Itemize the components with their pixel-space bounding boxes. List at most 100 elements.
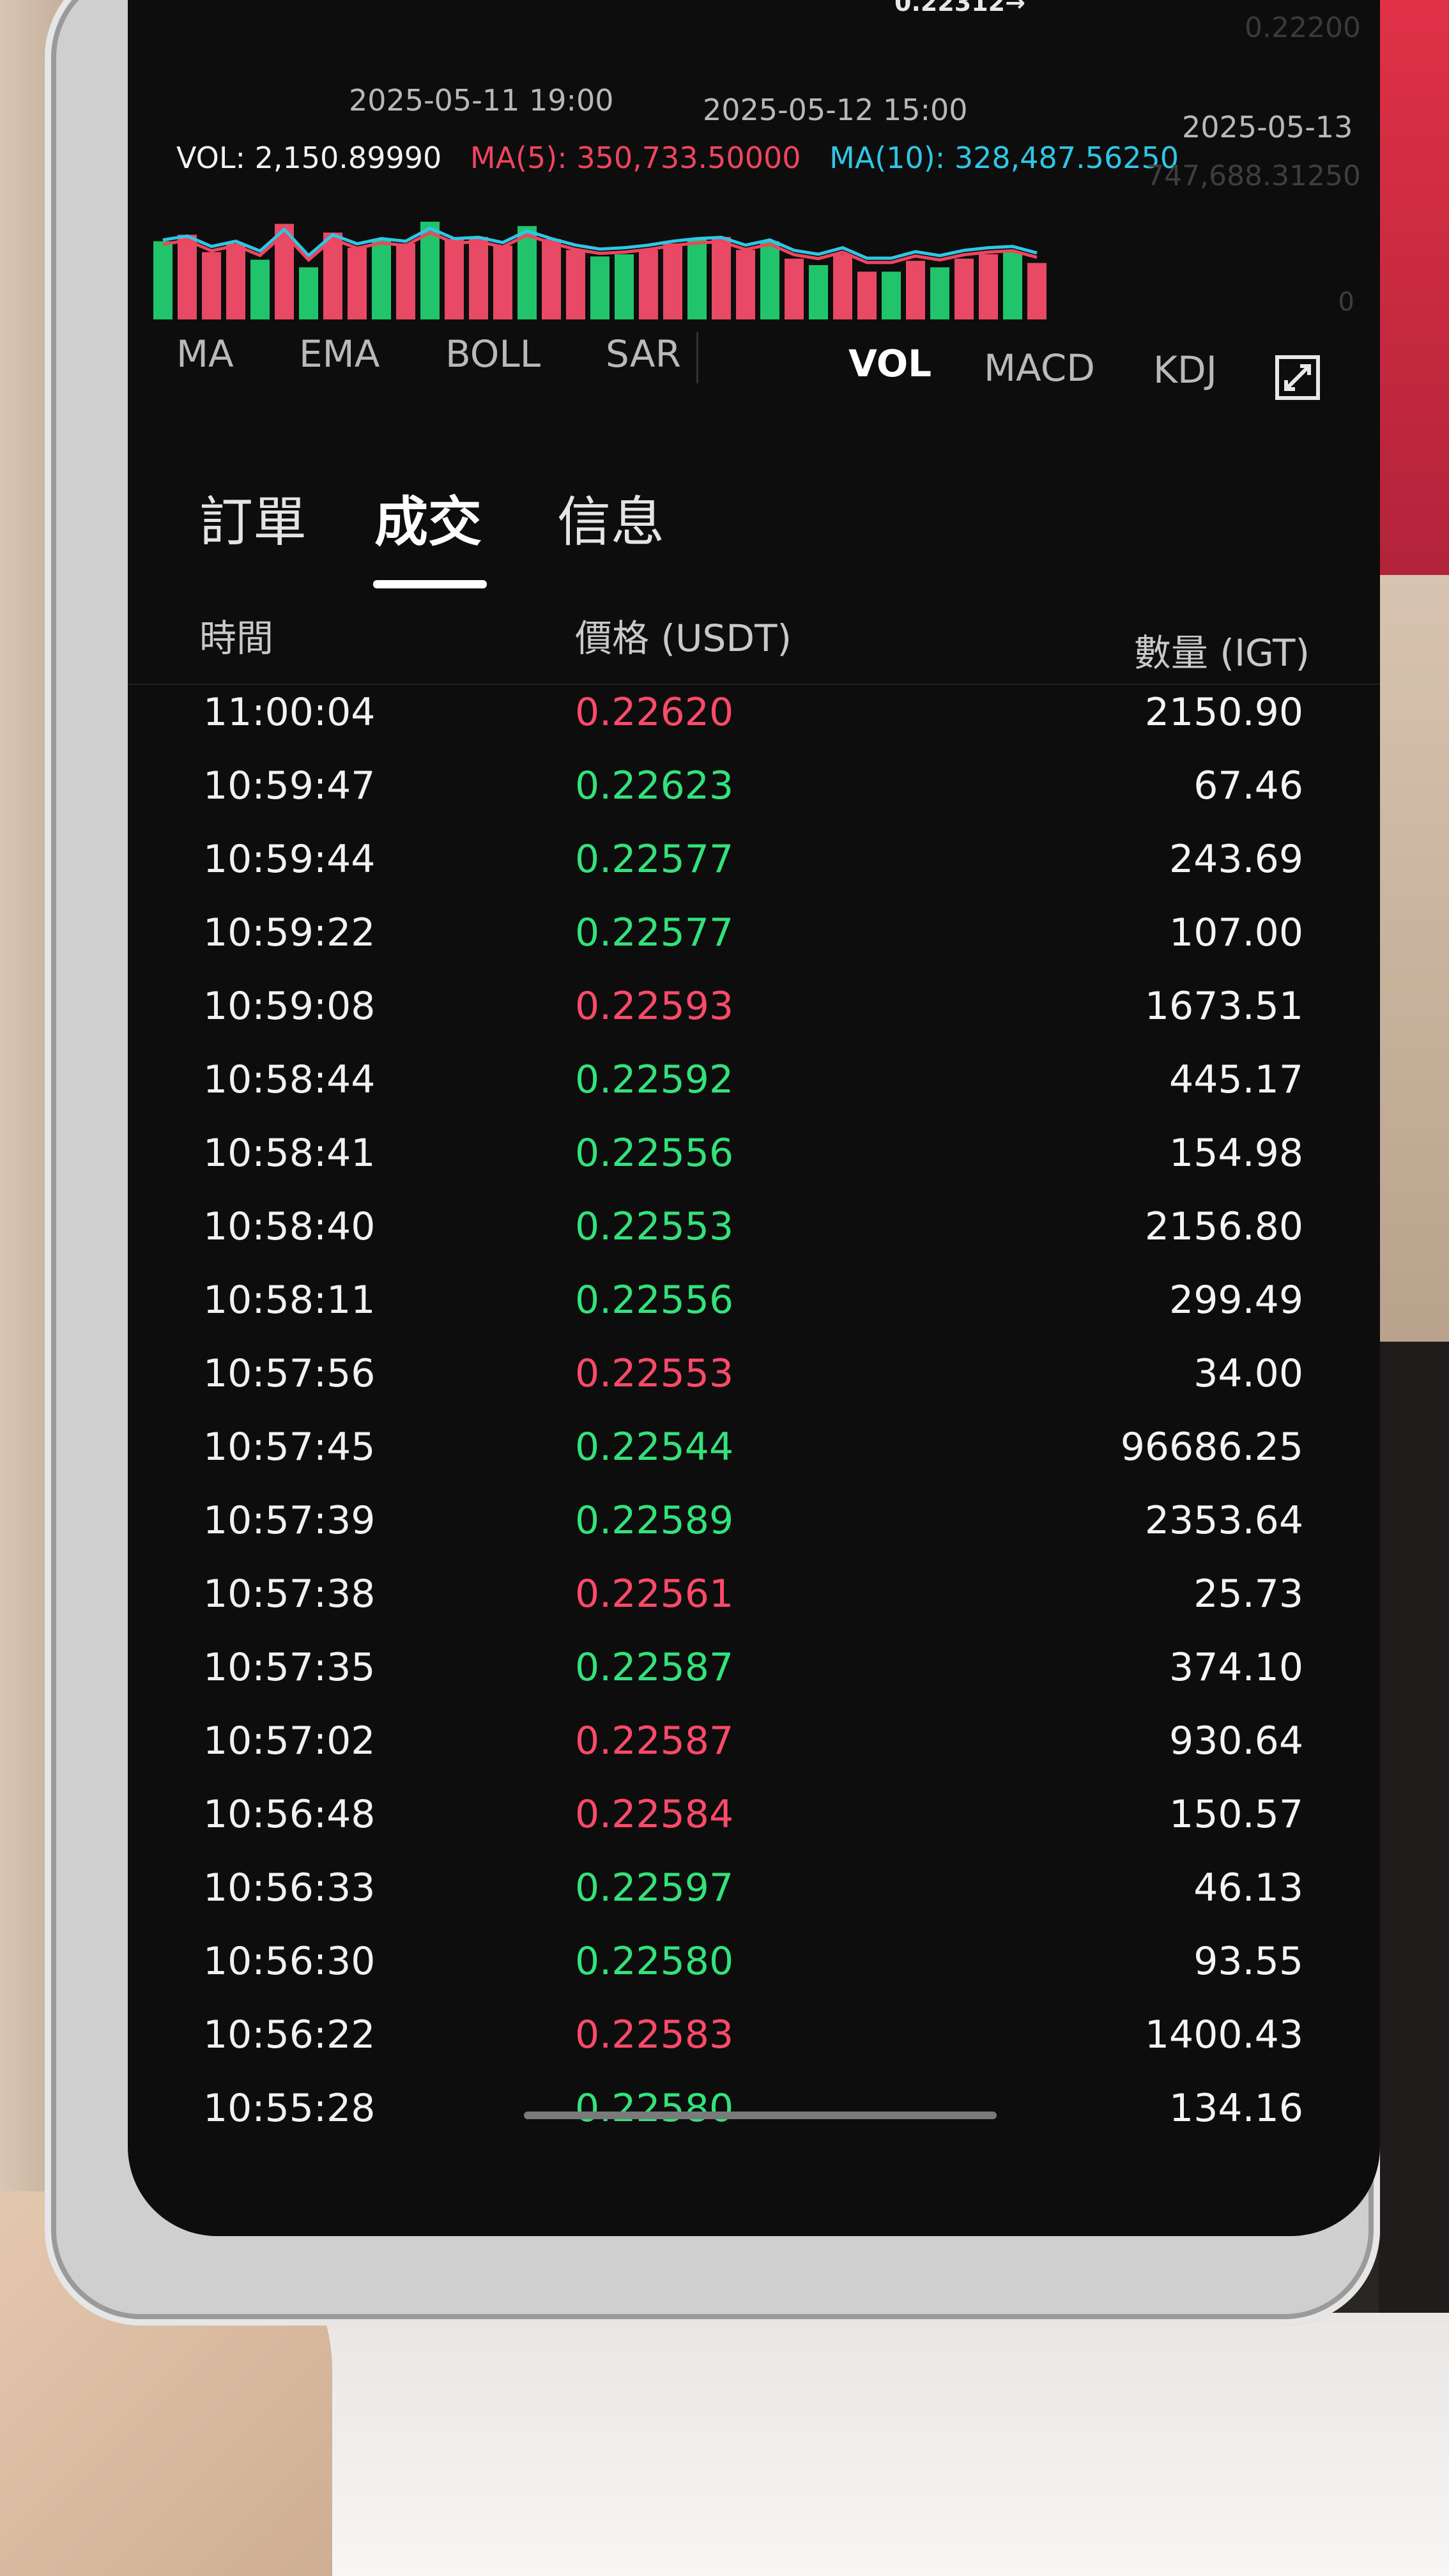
trade-time: 10:59:44 [203,837,376,882]
tab-orders[interactable]: 訂單 [199,479,307,556]
trade-price: 0.22553 [575,1204,734,1249]
tab-trades[interactable]: 成交 [374,479,482,556]
trade-time: 10:57:38 [203,1572,376,1616]
trades-list: 11:00:04 0.22620 2150.90 10:59:47 0.22623 67.… [128,677,1380,2147]
header-quantity: 數量 (IGT) [1133,631,1310,675]
volume-bar [857,272,877,319]
trade-row: 10:55:28 0.22580 134.16 [128,2073,1380,2147]
trade-time: 10:55:28 [203,2086,376,2131]
volume-bar [396,243,415,319]
volume-chart [153,222,1046,319]
trade-price: 0.22583 [575,2012,734,2057]
trade-row: 10:58:11 0.22556 299.49 [128,1265,1380,1338]
ma5-value: MA(5): 350,733.50000 [470,141,801,175]
trade-price: 0.22589 [575,1498,734,1543]
trade-time: 10:57:02 [203,1719,376,1763]
trade-time: 10:59:22 [203,910,376,955]
volume-bar [153,241,172,319]
ma10-value: MA(10): 328,487.56250 [829,141,1179,175]
trade-row: 10:59:08 0.22593 1673.51 [128,971,1380,1045]
trade-quantity: 930.64 [1169,1719,1303,1763]
header-price: 價格 (USDT) [575,617,792,660]
trade-quantity: 374.10 [1169,1645,1303,1690]
indicator-divider [696,332,698,383]
trade-quantity: 2156.80 [1144,1204,1303,1249]
indicator-sar[interactable]: SAR [606,332,681,376]
volume-bar [348,247,367,319]
trade-time: 10:56:33 [203,1866,376,1910]
indicator-bar: MA EMA BOLL SAR VOL MACD KDJ [128,319,1380,402]
indicator-macd[interactable]: MACD [984,346,1095,390]
trade-price: 0.22577 [575,910,734,955]
trade-row: 11:00:04 0.22620 2150.90 [128,677,1380,751]
volume-legend: VOL: 2,150.89990 MA(5): 350,733.50000 MA… [176,141,1198,175]
trade-row: 10:58:40 0.22553 2156.80 [128,1192,1380,1265]
current-price-marker: 0.22312→ [894,0,1025,17]
trade-row: 10:57:56 0.22553 34.00 [128,1338,1380,1412]
trade-price: 0.22580 [575,1939,734,1984]
trade-price: 0.22587 [575,1719,734,1763]
trades-table-header: 時間 價格 (USDT) 數量 (IGT) [128,601,1380,685]
active-tab-indicator [373,580,487,588]
expand-icon[interactable] [1275,355,1321,401]
trade-price: 0.22544 [575,1425,734,1469]
indicator-kdj[interactable]: KDJ [1153,348,1217,392]
volume-bar [226,243,245,319]
trade-time: 10:58:40 [203,1204,376,1249]
trade-quantity: 445.17 [1169,1057,1303,1102]
background-right-mid [1379,575,1449,1342]
trade-quantity: 34.00 [1193,1351,1303,1396]
trade-row: 10:59:22 0.22577 107.00 [128,898,1380,971]
background-right-top [1379,0,1449,575]
trade-time: 10:56:30 [203,1939,376,1984]
trade-price: 0.22577 [575,837,734,882]
indicator-ma[interactable]: MA [176,332,234,376]
volume-axis-label: 747,688.31250 [1146,160,1361,192]
volume-bar [833,254,852,319]
trade-price: 0.22561 [575,1572,734,1616]
trade-time: 10:57:35 [203,1645,376,1690]
volume-bar [906,261,925,319]
volume-bar [299,267,318,319]
trade-price: 0.22593 [575,984,734,1029]
volume-bar [493,245,512,319]
trade-time: 10:56:48 [203,1792,376,1837]
trade-quantity: 1673.51 [1144,984,1303,1029]
tab-info[interactable]: 信息 [557,479,664,556]
trade-time: 11:00:04 [203,690,376,735]
tab-bar: 訂單 成交 信息 [128,466,1380,607]
volume-bar [736,250,755,319]
trade-row: 10:57:45 0.22544 96686.25 [128,1412,1380,1485]
trade-quantity: 67.46 [1193,763,1303,808]
trade-price: 0.22580 [575,2086,734,2131]
indicator-boll[interactable]: BOLL [445,332,540,376]
trade-row: 10:56:48 0.22584 150.57 [128,1779,1380,1853]
volume-bar [809,265,828,319]
home-indicator[interactable] [524,2112,997,2119]
volume-bar [760,241,779,319]
chart-date-label: 2025-05-11 19:00 [349,83,614,118]
trade-time: 10:56:22 [203,2012,376,2057]
volume-bar [687,239,707,319]
volume-bar [202,252,221,319]
trade-price: 0.22592 [575,1057,734,1102]
trade-row: 10:56:30 0.22580 93.55 [128,1926,1380,2000]
trade-row: 10:56:33 0.22597 46.13 [128,1853,1380,1926]
trade-time: 10:58:44 [203,1057,376,1102]
trade-time: 10:57:56 [203,1351,376,1396]
volume-bar [979,254,998,319]
indicator-vol[interactable]: VOL [848,342,931,385]
trade-row: 10:57:02 0.22587 930.64 [128,1706,1380,1779]
trade-row: 10:57:38 0.22561 25.73 [128,1559,1380,1632]
chart-date-label: 2025-05-12 15:00 [703,93,968,127]
trade-quantity: 1400.43 [1144,2012,1303,2057]
volume-bar [663,243,682,319]
header-time: 時間 [199,617,274,660]
app-screen: 0.22312→ 0.22200 2025-05-11 19:00 2025-0… [128,0,1380,2236]
indicator-ema[interactable]: EMA [299,332,379,376]
volume-axis-zero: 0 [1338,288,1354,317]
trade-quantity: 2353.64 [1144,1498,1303,1543]
volume-bar [1003,252,1022,319]
trade-time: 10:57:45 [203,1425,376,1469]
trade-quantity: 150.57 [1169,1792,1303,1837]
